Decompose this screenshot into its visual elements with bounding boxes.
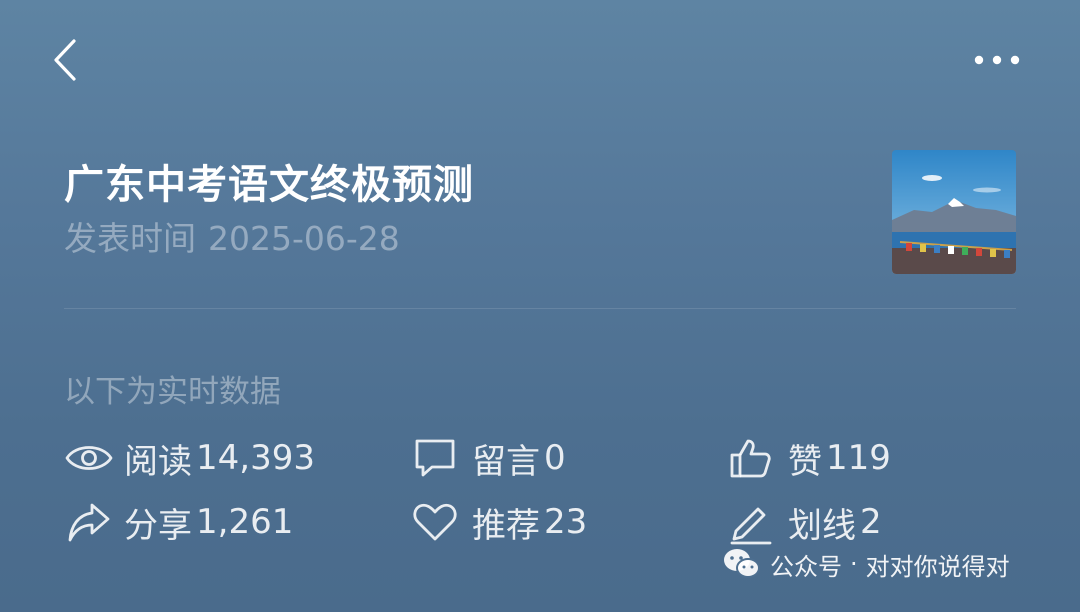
- more-options-icon[interactable]: [970, 50, 1024, 70]
- article-cover-image[interactable]: [892, 150, 1016, 274]
- stat-label: 赞: [788, 441, 822, 482]
- stat-label: 分享: [124, 505, 192, 546]
- stat-recommends: 推荐 23: [412, 498, 587, 546]
- share-icon: [64, 498, 116, 546]
- watermark-prefix: 公众号: [770, 552, 842, 581]
- back-icon[interactable]: [48, 36, 82, 84]
- stat-label: 划线: [788, 505, 856, 546]
- stat-value: 0: [544, 438, 566, 478]
- stat-shares: 分享 1,261: [64, 498, 293, 546]
- heart-icon: [412, 498, 464, 546]
- stat-value: 23: [544, 502, 588, 542]
- stat-value: 14,393: [196, 438, 315, 478]
- comment-icon: [412, 434, 464, 482]
- thumbs-up-icon: [728, 434, 780, 482]
- stat-label: 阅读: [124, 441, 192, 482]
- realtime-data-note: 以下为实时数据: [64, 374, 281, 410]
- publish-info: 发表时间 2025-06-28: [64, 212, 400, 260]
- eye-icon: [64, 434, 116, 482]
- stat-likes: 赞 119: [728, 434, 891, 482]
- divider: [64, 308, 1016, 309]
- stat-reads: 阅读 14,393: [64, 434, 315, 482]
- publish-label: 发表时间: [64, 219, 196, 258]
- stat-value: 1,261: [196, 502, 294, 542]
- stat-comments: 留言 0: [412, 434, 566, 482]
- watermark-account: 对对你说得对: [865, 552, 1010, 581]
- stat-value: 2: [860, 502, 882, 542]
- stat-value: 119: [826, 438, 891, 478]
- publish-date: 2025-06-28: [208, 219, 400, 258]
- wechat-icon: [722, 546, 762, 582]
- watermark-separator: ·: [850, 550, 858, 578]
- pencil-icon: [728, 498, 780, 546]
- article-title: 广东中考语文终极预测: [64, 162, 474, 208]
- stat-highlights: 划线 2: [728, 498, 882, 546]
- stat-label: 留言: [472, 441, 540, 482]
- account-watermark: 公众号 · 对对你说得对: [722, 544, 1010, 584]
- stat-label: 推荐: [472, 505, 540, 546]
